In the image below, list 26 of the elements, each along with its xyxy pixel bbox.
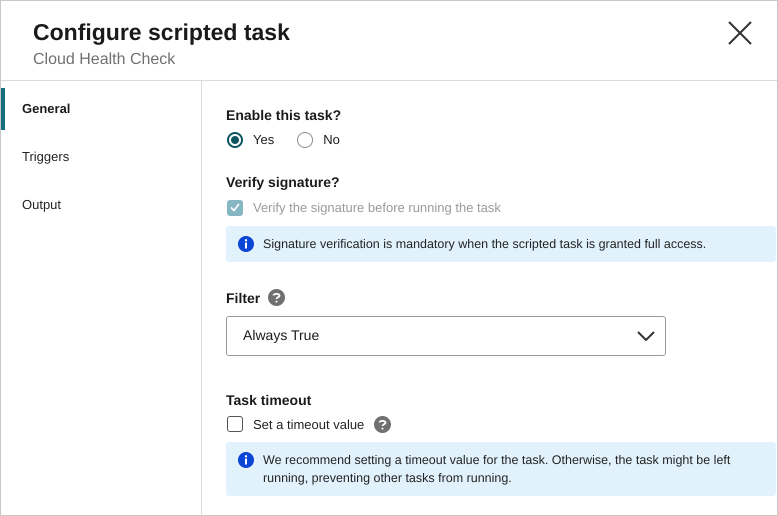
radio-label: Yes [253,131,274,150]
radio-button[interactable] [297,132,314,148]
section-label: Filter [226,288,260,308]
info-icon [238,236,254,252]
section-label: Task timeout [226,390,312,410]
section-label: Verify signature? [226,173,341,192]
chevron-down-icon [637,330,655,340]
sidebar-tab[interactable]: Triggers [1,136,201,178]
info-icon [238,452,254,468]
sidebar-tab[interactable]: Output [1,184,201,226]
dialog-subtitle: Cloud Health Check [33,50,176,70]
checkbox[interactable] [227,416,243,432]
help-icon[interactable] [268,289,286,306]
checkbox-label: Set a timeout value [253,416,364,434]
sidebar-tab[interactable]: General [1,88,201,130]
info-text: Signature verification is mandatory when the scripted task is granted full access. [263,236,706,252]
filter-dropdown[interactable]: Always True [226,316,666,356]
dialog-title: Configure scripted task [33,18,290,47]
checkmark-icon [230,203,240,212]
section-label: Enable this task? [226,106,342,125]
close-button[interactable] [727,20,753,46]
info-text: We recommend setting a timeout value for the task. Otherwise, the task might be left running, preventing other tasks from running. [263,452,732,487]
radio-button[interactable] [227,132,243,148]
radio-label: No [323,131,340,150]
help-icon[interactable] [374,416,392,433]
checkbox-label: Verify the signature before running the task [253,199,501,217]
